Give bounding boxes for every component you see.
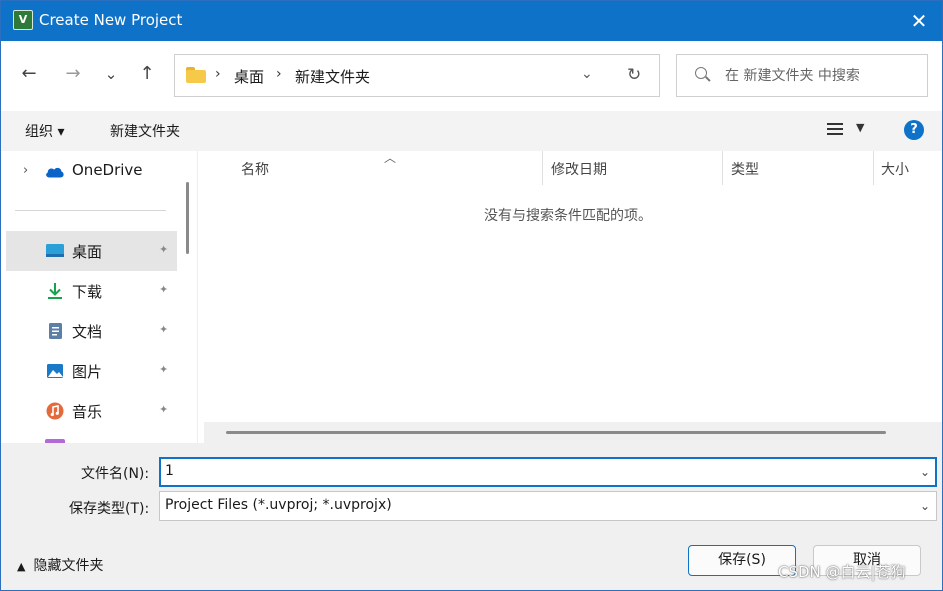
back-icon[interactable]: ← <box>18 63 40 85</box>
filetype-label: 保存类型(T): <box>69 501 150 517</box>
desktop-icon <box>46 244 64 257</box>
organize-menu[interactable]: 组织 ▾ <box>25 121 64 141</box>
pin-icon[interactable]: ✦ <box>159 243 168 256</box>
download-icon <box>48 283 62 299</box>
filename-value: 1 <box>165 463 174 479</box>
save-dialog: V Create New Project ✕ ← → ⌄ ↑ › 桌面 › 新建… <box>0 0 943 591</box>
pin-icon[interactable]: ✦ <box>159 363 168 376</box>
sidebar-item-label: OneDrive <box>72 161 143 179</box>
horizontal-scrollbar[interactable] <box>204 422 942 443</box>
sidebar-item-music[interactable]: 音乐 ✦ <box>6 391 177 431</box>
pin-icon[interactable]: ✦ <box>159 323 168 336</box>
chevron-up-icon: ▲ <box>17 560 26 573</box>
view-dropdown-icon[interactable]: ▼ <box>856 121 864 134</box>
pin-icon[interactable]: ✦ <box>159 283 168 296</box>
command-toolbar: 组织 ▾ 新建文件夹 ▼ ? <box>1 111 942 151</box>
sort-ascending-icon: ︿ <box>384 151 397 165</box>
filename-field[interactable]: 1 ⌄ <box>159 457 937 487</box>
title-bar: V Create New Project ✕ <box>1 1 942 41</box>
column-header-name[interactable]: 名称 <box>241 159 269 179</box>
window-title: Create New Project <box>39 11 183 29</box>
forward-icon[interactable]: → <box>62 63 84 85</box>
breadcrumb-separator: › <box>276 66 282 82</box>
search-icon <box>695 67 707 79</box>
breadcrumb-separator: › <box>215 66 221 82</box>
sidebar-divider <box>15 210 166 211</box>
column-header-size[interactable]: 大小 <box>881 159 909 179</box>
breadcrumb-new-folder[interactable]: 新建文件夹 <box>295 66 370 87</box>
sidebar-item-label: 音乐 <box>72 403 103 421</box>
sidebar-scrollbar[interactable] <box>186 182 189 254</box>
column-separator[interactable] <box>542 151 543 185</box>
navigation-pane: › OneDrive 桌面 ✦ 下载 ✦ 文档 ✦ 图片 ✦ 音乐 ✦ <box>1 151 197 443</box>
chevron-down-icon[interactable]: ⌄ <box>920 465 930 479</box>
help-icon[interactable]: ? <box>904 120 924 140</box>
hide-folders-label: 隐藏文件夹 <box>33 558 104 574</box>
onedrive-cloud-icon <box>46 167 64 178</box>
watermark-text: CSDN @白云|苍狗 <box>778 563 906 581</box>
column-header-modified[interactable]: 修改日期 <box>551 159 607 179</box>
refresh-icon[interactable]: ↻ <box>627 65 641 85</box>
sidebar-item-downloads[interactable]: 下载 ✦ <box>6 271 177 311</box>
folder-icon <box>186 67 206 83</box>
music-icon <box>46 402 64 420</box>
pictures-icon <box>47 364 63 378</box>
sidebar-item-desktop[interactable]: 桌面 ✦ <box>6 231 177 271</box>
column-header-type[interactable]: 类型 <box>731 159 759 179</box>
sidebar-item-label: 桌面 <box>72 243 103 261</box>
chevron-down-icon[interactable]: ⌄ <box>920 499 930 513</box>
recent-locations-icon[interactable]: ⌄ <box>100 63 122 85</box>
expand-chevron-icon[interactable]: › <box>23 163 28 178</box>
search-box <box>676 54 928 97</box>
empty-results-message: 没有与搜索条件匹配的项。 <box>484 208 652 224</box>
column-separator[interactable] <box>722 151 723 185</box>
document-icon <box>49 323 62 339</box>
sidebar-item-pictures[interactable]: 图片 ✦ <box>6 351 177 391</box>
app-icon: V <box>13 10 33 30</box>
view-list-icon[interactable] <box>827 123 843 137</box>
sidebar-item-onedrive[interactable]: › OneDrive <box>6 151 177 191</box>
scrollbar-thumb[interactable] <box>226 431 886 434</box>
new-folder-button[interactable]: 新建文件夹 <box>110 121 180 141</box>
pin-icon[interactable]: ✦ <box>159 403 168 416</box>
sidebar-item-documents[interactable]: 文档 ✦ <box>6 311 177 351</box>
address-dropdown-icon[interactable]: ⌄ <box>581 66 593 82</box>
sidebar-item-label: 图片 <box>72 363 103 381</box>
search-input[interactable] <box>725 65 920 87</box>
close-button[interactable]: ✕ <box>896 1 942 41</box>
sidebar-item-label: 文档 <box>72 323 103 341</box>
file-list-pane: ︿ 名称 修改日期 类型 大小 没有与搜索条件匹配的项。 <box>197 151 942 443</box>
hide-folders-toggle[interactable]: ▲ 隐藏文件夹 <box>17 555 103 575</box>
breadcrumb-desktop[interactable]: 桌面 <box>234 66 264 87</box>
up-icon[interactable]: ↑ <box>136 63 158 85</box>
column-separator[interactable] <box>873 151 874 185</box>
filename-label: 文件名(N): <box>81 466 150 482</box>
address-bar[interactable]: › 桌面 › 新建文件夹 ⌄ ↻ <box>174 54 660 97</box>
filetype-value: Project Files (*.uvproj; *.uvprojx) <box>165 497 392 513</box>
filetype-select[interactable]: Project Files (*.uvproj; *.uvprojx) ⌄ <box>159 491 937 521</box>
sidebar-item-label: 下载 <box>72 283 103 301</box>
